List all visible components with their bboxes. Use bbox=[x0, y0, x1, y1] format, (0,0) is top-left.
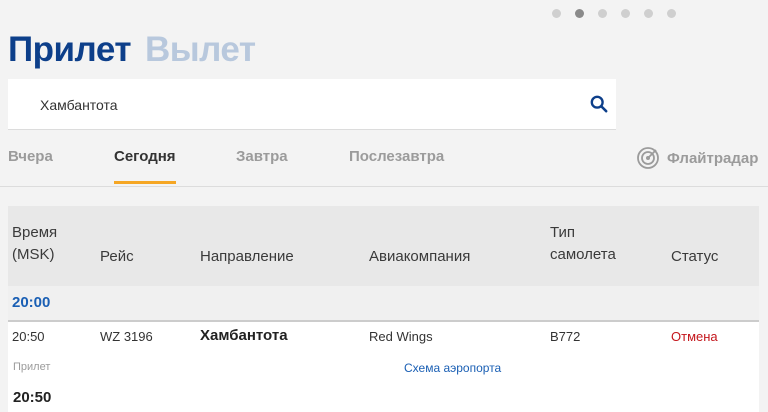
flight-row[interactable]: 20:50 WZ 3196 Хамбантота Red Wings B772 … bbox=[8, 322, 759, 350]
column-header-time: Время (MSK) bbox=[12, 224, 58, 263]
details-label: Прилет bbox=[13, 361, 51, 373]
column-header-airline: Авиакомпания bbox=[369, 248, 471, 265]
tab-yesterday[interactable]: Вчера bbox=[8, 148, 53, 181]
flight-details: Прилет Схема аэропорта 20:50 bbox=[8, 350, 759, 412]
day-tabs: Вчера Сегодня Завтра Послезавтра Флайтра… bbox=[0, 140, 768, 187]
column-header-flight: Рейс bbox=[100, 248, 134, 265]
flight-direction: Хамбантота bbox=[200, 327, 288, 344]
tab-day-after-tomorrow[interactable]: Послезавтра bbox=[349, 148, 444, 181]
tab-tomorrow[interactable]: Завтра bbox=[236, 148, 288, 181]
flight-number: WZ 3196 bbox=[100, 329, 153, 344]
time-group-header: 20:00 bbox=[8, 286, 759, 322]
carousel-dot[interactable] bbox=[598, 9, 607, 18]
carousel-dot[interactable] bbox=[644, 9, 653, 18]
carousel-dot[interactable] bbox=[552, 9, 561, 18]
flight-airline: Red Wings bbox=[369, 329, 433, 344]
direction-switch: Прилет Вылет bbox=[8, 30, 256, 70]
details-time: 20:50 bbox=[13, 389, 52, 406]
carousel-dot-active[interactable] bbox=[575, 9, 584, 18]
departures-title[interactable]: Вылет bbox=[145, 30, 256, 70]
column-header-aircraft: Тип самолета bbox=[550, 224, 616, 263]
flight-time: 20:50 bbox=[12, 329, 45, 344]
table-header: Время (MSK) Рейс Направление Авиакомпани… bbox=[8, 206, 759, 286]
flightradar-label: Флайтрадар bbox=[667, 149, 759, 167]
search-box bbox=[8, 79, 616, 131]
time-group-label: 20:00 bbox=[12, 294, 51, 311]
carousel-dot[interactable] bbox=[621, 9, 630, 18]
carousel-dots bbox=[552, 9, 676, 18]
flight-aircraft: B772 bbox=[550, 329, 581, 344]
column-header-direction: Направление bbox=[200, 248, 294, 265]
search-icon[interactable] bbox=[590, 95, 608, 113]
column-header-status: Статус bbox=[671, 248, 719, 265]
radar-icon bbox=[637, 147, 659, 169]
arrivals-title[interactable]: Прилет bbox=[8, 30, 131, 70]
airport-map-link[interactable]: Схема аэропорта bbox=[404, 361, 501, 375]
tab-today[interactable]: Сегодня bbox=[114, 148, 176, 184]
flight-status: Отмена bbox=[671, 329, 718, 344]
search-input[interactable] bbox=[38, 79, 562, 131]
carousel-dot[interactable] bbox=[667, 9, 676, 18]
flightradar-link[interactable]: Флайтрадар bbox=[636, 146, 758, 170]
